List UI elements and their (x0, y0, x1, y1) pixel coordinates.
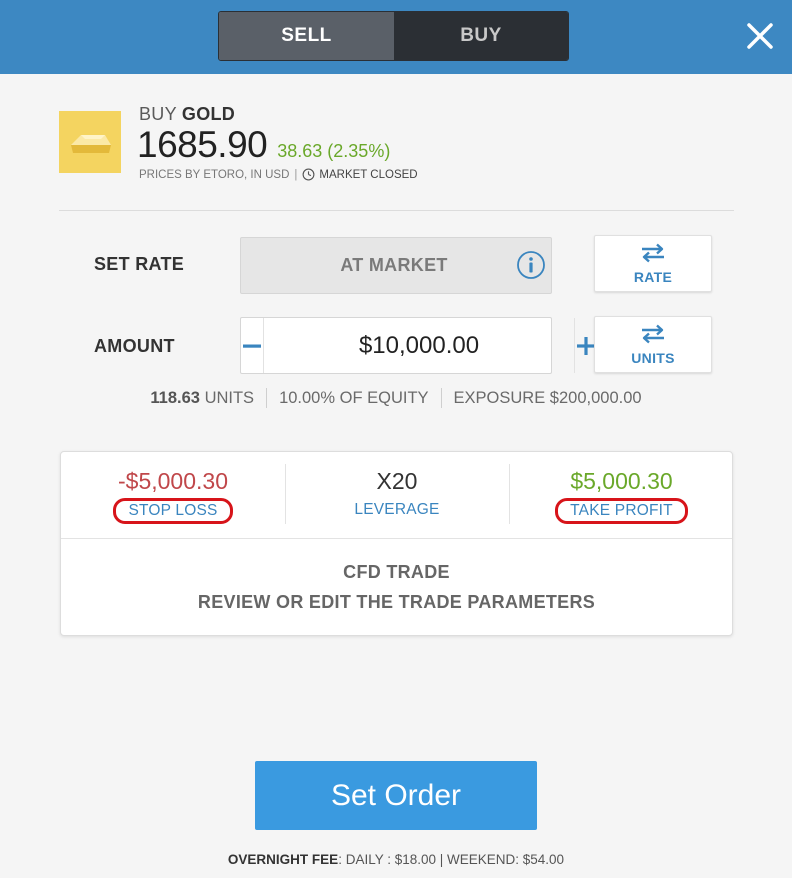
set-rate-label: SET RATE (94, 254, 185, 274)
rate-value: AT MARKET (340, 255, 448, 275)
prices-source: PRICES BY ETORO, IN USD (139, 168, 290, 181)
swap-icon (642, 243, 664, 262)
prices-separator: | (294, 168, 298, 181)
overnight-fee: OVERNIGHT FEE: DAILY : $18.00 | WEEKEND:… (0, 852, 792, 867)
gold-bar-icon (59, 111, 121, 173)
equity-percent: 10.00% OF EQUITY (279, 388, 429, 407)
take-profit-link[interactable]: TAKE PROFIT (555, 498, 688, 524)
units-value: 118.63 (150, 388, 200, 407)
close-icon[interactable] (744, 20, 776, 52)
stop-loss-value: -$5,000.30 (118, 468, 228, 494)
amount-input[interactable] (264, 318, 574, 373)
trade-header: SELL BUY (0, 0, 792, 74)
review-text: REVIEW OR EDIT THE TRADE PARAMETERS (197, 592, 596, 612)
trade-type: CFD TRADE (343, 562, 450, 582)
clock-icon (302, 168, 315, 181)
take-profit-value: $5,000.30 (570, 468, 673, 494)
leverage-value: X20 (376, 468, 418, 494)
trade-parameters-card: -$5,000.30 STOP LOSS X20 LEVERAGE $5,000… (60, 451, 733, 636)
instrument-price: 1685.90 (137, 124, 268, 165)
sell-tab[interactable]: SELL (219, 12, 394, 60)
rate-toggle-button[interactable]: RATE (594, 235, 712, 292)
minus-icon (243, 344, 261, 348)
exposure-value: EXPOSURE $200,000.00 (453, 388, 642, 407)
swap-icon (642, 324, 664, 343)
decrease-amount-button[interactable] (241, 318, 264, 373)
stop-loss-link[interactable]: STOP LOSS (113, 498, 233, 524)
price-change: 38.63 (2.35%) (277, 141, 391, 161)
price-row: 1685.90 38.63 (2.35%) (137, 124, 390, 166)
units-label: UNITS (204, 388, 255, 407)
rate-toggle-label: RATE (633, 268, 673, 285)
position-summary: 118.63 UNITS 10.00% OF EQUITY EXPOSURE $… (0, 388, 792, 408)
summary-divider (266, 388, 268, 408)
rate-field[interactable]: AT MARKET (240, 237, 552, 294)
leverage-control[interactable]: X20 LEVERAGE (285, 466, 509, 528)
info-icon[interactable] (516, 250, 546, 280)
trade-action: BUY (139, 104, 177, 124)
buy-tab[interactable]: BUY (394, 12, 568, 60)
summary-divider (440, 388, 442, 408)
card-divider (61, 538, 732, 539)
units-toggle-button[interactable]: UNITS (594, 316, 712, 373)
amount-label: AMOUNT (94, 336, 175, 356)
units-toggle-label: UNITS (631, 349, 675, 366)
instrument-title: BUY GOLD (139, 104, 235, 125)
amount-stepper (240, 317, 595, 374)
prices-note: PRICES BY ETORO, IN USD | MARKET CLOSED (139, 168, 418, 181)
asset-name: GOLD (181, 104, 236, 124)
set-order-button[interactable]: Set Order (255, 761, 537, 830)
stop-loss-control[interactable]: -$5,000.30 STOP LOSS (61, 466, 285, 528)
overnight-fee-detail: : DAILY : $18.00 | WEEKEND: $54.00 (338, 852, 565, 867)
market-status: MARKET CLOSED (319, 168, 418, 181)
leverage-link[interactable]: LEVERAGE (354, 501, 439, 519)
take-profit-control[interactable]: $5,000.30 TAKE PROFIT (509, 466, 734, 528)
section-divider (59, 210, 734, 211)
overnight-fee-label: OVERNIGHT FEE (227, 852, 339, 867)
sell-buy-toggle: SELL BUY (218, 11, 569, 61)
